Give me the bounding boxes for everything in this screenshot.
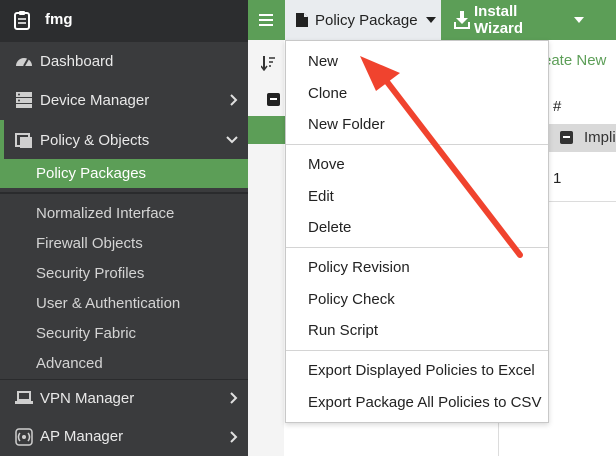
caret-down-icon — [425, 17, 436, 23]
menu-item-clone[interactable]: Clone — [286, 79, 548, 107]
row-divider — [548, 201, 616, 202]
sidebar-header: fmg — [0, 0, 248, 42]
sidebar-item-label: Firewall Objects — [36, 234, 143, 252]
access-point-icon — [14, 417, 34, 456]
policy-package-label: Policy Package — [315, 11, 418, 29]
sidebar-item-label: Policy Packages — [36, 165, 147, 182]
tree-panel — [248, 40, 284, 456]
menu-item-new[interactable]: New — [286, 47, 548, 75]
collapse-icon[interactable] — [560, 131, 573, 144]
hamburger-menu-button[interactable] — [248, 0, 284, 40]
menu-item-label: New — [308, 52, 339, 70]
chevron-right-icon — [230, 379, 238, 417]
menu-item-label: Export Displayed Policies to Excel — [308, 361, 535, 379]
chevron-right-icon — [230, 417, 238, 456]
sidebar-item-user-authentication[interactable]: User & Authentication — [0, 288, 248, 318]
sidebar-item-label: Normalized Interface — [36, 204, 175, 222]
app-window: fmg Dashboard Device Manager Policy & Ob… — [0, 0, 616, 456]
hamburger-icon — [259, 14, 273, 26]
sidebar-item-label: VPN Manager — [40, 389, 135, 407]
sort-icon[interactable] — [260, 55, 275, 76]
sidebar-item-policy-objects[interactable]: Policy & Objects — [0, 120, 248, 160]
sidebar-divider — [0, 192, 248, 194]
menu-item-policy-check[interactable]: Policy Check — [286, 285, 548, 313]
menu-item-label: Export Package All Policies to CSV — [308, 393, 542, 411]
menu-divider — [286, 144, 548, 145]
sidebar-item-security-profiles[interactable]: Security Profiles — [0, 258, 248, 288]
document-icon — [295, 12, 309, 28]
column-header-number: # — [553, 98, 562, 115]
laptop-icon — [14, 379, 34, 417]
implied-label: Impli — [584, 129, 616, 146]
collapse-icon[interactable] — [267, 93, 280, 106]
menu-item-move[interactable]: Move — [286, 150, 548, 178]
menu-item-export-excel[interactable]: Export Displayed Policies to Excel — [286, 356, 548, 384]
menu-item-label: Clone — [308, 84, 348, 102]
sidebar-item-vpn-manager[interactable]: VPN Manager — [0, 379, 248, 417]
sidebar-item-label: Device Manager — [40, 91, 150, 109]
install-wizard-button[interactable]: Install Wizard — [444, 0, 584, 40]
menu-divider — [286, 247, 548, 248]
sidebar-item-label: Dashboard — [40, 52, 114, 70]
sidebar-item-normalized-interface[interactable]: Normalized Interface — [0, 198, 248, 228]
server-icon — [14, 80, 34, 120]
install-wizard-label: Install Wizard — [474, 3, 524, 37]
menu-item-label: New Folder — [308, 115, 385, 133]
chevron-right-icon — [230, 80, 238, 120]
sidebar-item-label: AP Manager — [40, 428, 124, 445]
sidebar-item-security-fabric[interactable]: Security Fabric — [0, 318, 248, 348]
active-indicator — [0, 120, 4, 160]
row-number: 1 — [553, 170, 562, 187]
menu-divider — [286, 350, 548, 351]
sidebar-item-ap-manager[interactable]: AP Manager — [0, 417, 248, 456]
sidebar-item-firewall-objects[interactable]: Firewall Objects — [0, 228, 248, 258]
sidebar: fmg Dashboard Device Manager Policy & Ob… — [0, 0, 248, 456]
sidebar-item-label: Advanced — [36, 354, 103, 372]
menu-item-label: Run Script — [308, 321, 379, 339]
menu-item-label: Policy Revision — [308, 258, 410, 276]
sidebar-item-label: User & Authentication — [36, 294, 181, 312]
sidebar-item-advanced[interactable]: Advanced — [0, 348, 248, 378]
caret-down-icon — [574, 17, 584, 23]
download-icon — [454, 11, 470, 29]
policy-package-dropdown-button[interactable]: Policy Package — [285, 0, 441, 40]
toolbar: Policy Package Install Wizard — [248, 0, 616, 40]
menu-item-label: Move — [308, 155, 345, 173]
clipboard-icon — [14, 10, 30, 35]
menu-item-edit[interactable]: Edit — [286, 182, 548, 210]
policy-package-menu: New Clone New Folder Move Edit Delete Po… — [285, 40, 549, 423]
sidebar-item-label: Security Fabric — [36, 324, 137, 342]
folder-icon — [14, 120, 34, 160]
implied-section-row[interactable]: Impli — [548, 124, 616, 152]
menu-item-export-csv[interactable]: Export Package All Policies to CSV — [286, 388, 548, 416]
menu-item-label: Edit — [308, 187, 334, 205]
dashboard-icon — [14, 42, 34, 80]
sidebar-item-policy-packages[interactable]: Policy Packages — [0, 159, 248, 188]
menu-item-label: Policy Check — [308, 290, 395, 308]
sidebar-item-label: Security Profiles — [36, 264, 145, 282]
sidebar-item-label: Policy & Objects — [40, 131, 150, 149]
chevron-down-icon — [226, 120, 238, 160]
menu-item-delete[interactable]: Delete — [286, 213, 548, 241]
sidebar-item-dashboard[interactable]: Dashboard — [0, 42, 248, 80]
menu-item-new-folder[interactable]: New Folder — [286, 110, 548, 138]
app-name: fmg — [45, 11, 73, 28]
menu-item-run-script[interactable]: Run Script — [286, 316, 548, 344]
menu-item-policy-revision[interactable]: Policy Revision — [286, 253, 548, 281]
sidebar-item-device-manager[interactable]: Device Manager — [0, 80, 248, 120]
menu-item-label: Delete — [308, 218, 352, 236]
